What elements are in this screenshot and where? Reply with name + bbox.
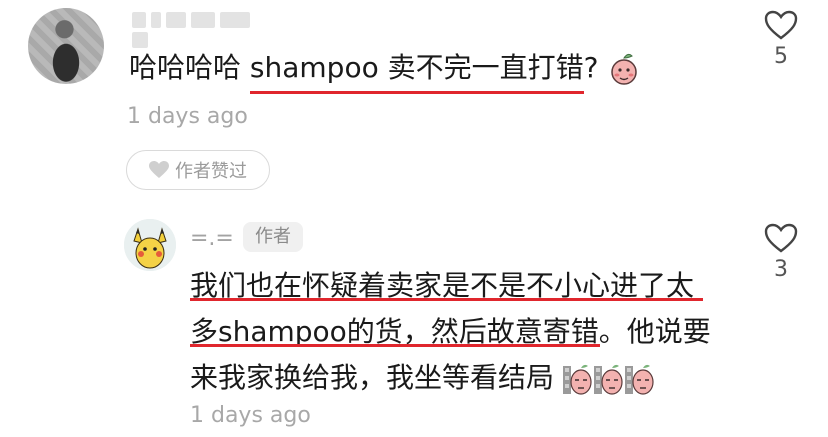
commenter-avatar[interactable]	[28, 8, 104, 84]
red-underline	[190, 298, 703, 301]
heart-icon[interactable]	[764, 223, 798, 253]
comment-timestamp: 1 days ago	[127, 104, 248, 129]
like-count: 3	[774, 257, 788, 282]
reply-text: 我们也在怀疑着卖家是不是不小心进了太 多shampoo的货，然后故意寄错。他说要…	[190, 263, 735, 401]
embarrassed-peach-emoji	[607, 52, 641, 86]
reply-line-2: 多shampoo的货，然后故意寄错。他说要	[190, 315, 711, 348]
like-column: 5	[761, 10, 801, 69]
author-liked-badge: 作者赞过	[126, 150, 270, 190]
author-badge: 作者	[243, 222, 303, 252]
red-underline	[190, 344, 600, 347]
like-count: 5	[774, 44, 788, 69]
reply-username[interactable]: =.=	[190, 226, 234, 251]
comment-text-body: 哈哈哈哈 shampoo 卖不完一直打错?	[129, 51, 599, 84]
reply-avatar-pikachu[interactable]	[124, 219, 176, 271]
reply-like-column: 3	[761, 223, 801, 282]
reply-line-1: 我们也在怀疑着卖家是不是不小心进了太	[190, 269, 695, 302]
liked-label: 作者赞过	[175, 161, 247, 182]
commenter-username-redacted[interactable]	[132, 12, 272, 48]
peach-suspicious-emoji	[562, 362, 654, 396]
reply-line-3: 来我家换给我，我坐等看结局	[190, 355, 735, 401]
heart-icon[interactable]	[764, 10, 798, 40]
reply-timestamp: 1 days ago	[190, 403, 311, 428]
reply-line-3-text: 来我家换给我，我坐等看结局	[190, 361, 555, 394]
heart-filled-icon	[149, 161, 169, 178]
red-underline	[250, 91, 584, 94]
comment-text: 哈哈哈哈 shampoo 卖不完一直打错?	[129, 48, 641, 88]
